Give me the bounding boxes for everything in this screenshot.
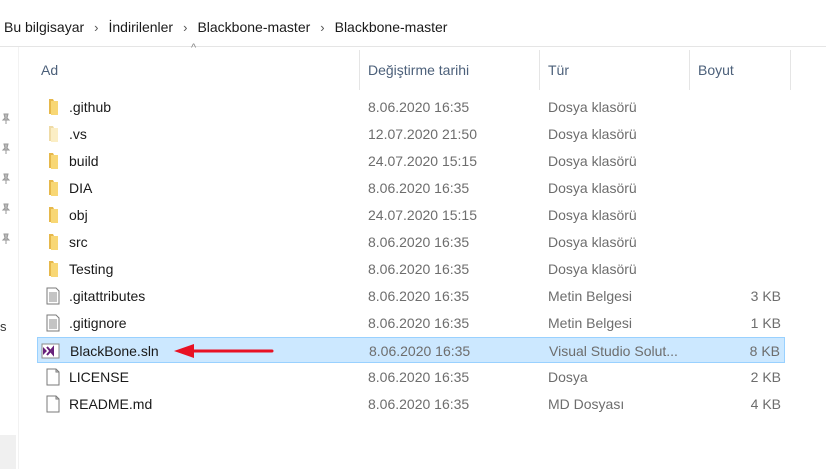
file-modified-date: 8.06.2020 16:35 <box>368 261 470 277</box>
file-modified-date: 12.07.2020 21:50 <box>368 126 477 142</box>
file-type: Dosya klasörü <box>548 261 637 277</box>
pin-icon[interactable] <box>0 143 14 157</box>
folder-icon <box>45 179 61 197</box>
file-name: .gitattributes <box>69 288 146 304</box>
file-name: DIA <box>69 180 93 196</box>
file-row[interactable]: BlackBone.sln 8.06.2020 16:35 Visual Studi… <box>37 337 785 363</box>
folder-hidden-icon <box>45 125 61 143</box>
file-name: .github <box>69 99 112 115</box>
file-row[interactable]: src 8.06.2020 16:35 Dosya klasörü <box>37 229 785 255</box>
file-type: Dosya klasörü <box>548 153 637 169</box>
file-type: Dosya klasörü <box>548 207 637 223</box>
breadcrumb-item-blackbone-master-current[interactable]: Blackbone-master <box>335 19 448 35</box>
file-row[interactable]: Testing 8.06.2020 16:35 Dosya klasörü <box>37 256 785 282</box>
window-top-strip <box>0 0 826 8</box>
navigation-pane: s <box>0 47 16 469</box>
file-modified-date: 24.07.2020 15:15 <box>368 207 477 223</box>
file-type: MD Dosyası <box>548 396 625 412</box>
file-name: .gitignore <box>69 315 127 331</box>
column-header-name-label: Ad <box>41 62 59 78</box>
folder-icon <box>45 98 61 116</box>
column-header-date-label: Değiştirme tarihi <box>368 62 470 78</box>
file-type: Dosya klasörü <box>548 180 637 196</box>
file-row[interactable]: .github 8.06.2020 16:35 Dosya klasörü <box>37 94 785 120</box>
breadcrumb-item-blackbone-master[interactable]: Blackbone-master <box>197 19 310 35</box>
file-name: README.md <box>69 396 153 412</box>
chevron-right-icon[interactable]: › <box>173 20 197 35</box>
nav-item-label[interactable]: s <box>0 319 7 334</box>
annotation-arrow <box>174 344 274 358</box>
blank-file-icon <box>45 368 61 386</box>
address-bar[interactable]: Bu bilgisayar › İndirilenler › Blackbone… <box>0 8 826 47</box>
file-row[interactable]: .gitignore 8.06.2020 16:35 Metin Belgesi 1 … <box>37 310 785 336</box>
file-modified-date: 8.06.2020 16:35 <box>368 180 470 196</box>
pin-icon[interactable] <box>0 173 14 187</box>
file-name: LICENSE <box>69 369 129 385</box>
file-name: build <box>69 153 99 169</box>
file-type: Visual Studio Solut... <box>549 343 678 359</box>
chevron-right-icon[interactable]: › <box>310 20 334 35</box>
chevron-right-icon[interactable]: › <box>84 20 108 35</box>
file-modified-date: 8.06.2020 16:35 <box>368 288 470 304</box>
nav-scrollbar[interactable] <box>0 435 16 469</box>
breadcrumb-item-downloads[interactable]: İndirilenler <box>109 19 174 35</box>
file-name: .vs <box>69 126 87 142</box>
column-header-size[interactable]: Boyut <box>689 50 791 90</box>
pin-icon[interactable] <box>0 113 14 127</box>
column-header-row: ^ Ad Değiştirme tarihi Tür Boyut <box>19 42 826 90</box>
file-modified-date: 8.06.2020 16:35 <box>368 234 470 250</box>
file-type: Metin Belgesi <box>548 288 633 304</box>
file-name: src <box>69 234 88 250</box>
text-file-icon <box>45 314 61 332</box>
file-modified-date: 24.07.2020 15:15 <box>368 153 477 169</box>
column-header-size-label: Boyut <box>698 62 734 78</box>
file-row[interactable]: LICENSE 8.06.2020 16:35 Dosya 2 KB <box>37 364 785 390</box>
file-row[interactable]: obj 24.07.2020 15:15 Dosya klasörü <box>37 202 785 228</box>
file-row[interactable]: .vs 12.07.2020 21:50 Dosya klasörü <box>37 121 785 147</box>
pin-icon[interactable] <box>0 233 14 247</box>
column-header-type[interactable]: Tür <box>539 50 690 90</box>
column-header-date[interactable]: Değiştirme tarihi <box>359 50 539 90</box>
column-header-name[interactable]: Ad <box>41 50 359 90</box>
file-row[interactable]: .gitattributes 8.06.2020 16:35 Metin Belge… <box>37 283 785 309</box>
breadcrumb: Bu bilgisayar › İndirilenler › Blackbone… <box>0 19 447 35</box>
file-name: Testing <box>69 261 114 277</box>
file-size: 3 KB <box>750 288 781 304</box>
file-size: 2 KB <box>750 369 781 385</box>
pin-icon[interactable] <box>0 203 14 217</box>
file-row[interactable]: build 24.07.2020 15:15 Dosya klasörü <box>37 148 785 174</box>
file-size: 8 KB <box>749 343 780 359</box>
file-modified-date: 8.06.2020 16:35 <box>368 396 470 412</box>
file-type: Dosya klasörü <box>548 99 637 115</box>
file-row[interactable]: README.md 8.06.2020 16:35 MD Dosyası 4 KB <box>37 391 785 417</box>
file-modified-date: 8.06.2020 16:35 <box>368 99 470 115</box>
file-size: 1 KB <box>750 315 781 331</box>
breadcrumb-item-this-pc[interactable]: Bu bilgisayar <box>4 19 84 35</box>
file-type: Dosya klasörü <box>548 234 637 250</box>
file-modified-date: 8.06.2020 16:35 <box>369 343 471 359</box>
file-row[interactable]: DIA 8.06.2020 16:35 Dosya klasörü <box>37 175 785 201</box>
file-type: Metin Belgesi <box>548 315 633 331</box>
folder-icon <box>45 152 61 170</box>
file-size: 4 KB <box>750 396 781 412</box>
file-modified-date: 8.06.2020 16:35 <box>368 315 470 331</box>
folder-icon <box>45 233 61 251</box>
blank-file-icon <box>45 395 61 413</box>
file-name: obj <box>69 207 88 223</box>
text-file-icon <box>45 287 61 305</box>
visual-studio-solution-icon <box>40 342 60 360</box>
folder-icon <box>45 260 61 278</box>
file-type: Dosya klasörü <box>548 126 637 142</box>
file-type: Dosya <box>548 369 588 385</box>
file-modified-date: 8.06.2020 16:35 <box>368 369 470 385</box>
file-name: BlackBone.sln <box>70 343 159 359</box>
folder-icon <box>45 206 61 224</box>
pane-divider <box>18 47 19 469</box>
column-header-type-label: Tür <box>548 62 569 78</box>
